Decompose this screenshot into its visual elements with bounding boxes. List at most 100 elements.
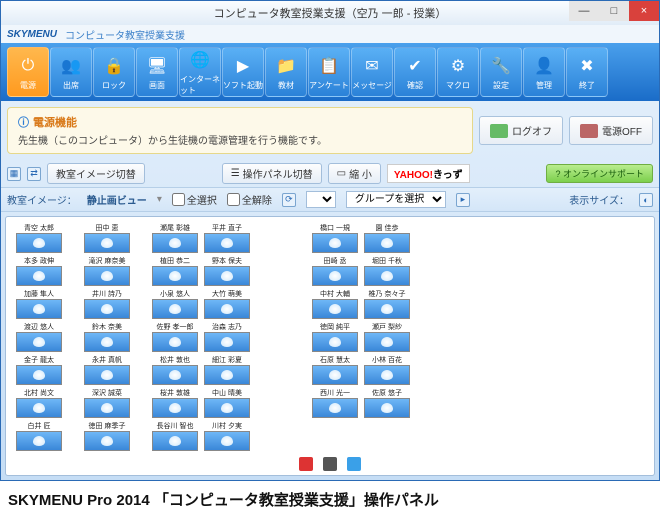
yahoo-kids-link[interactable]: YAHOO!きっず [387,164,470,183]
student-thumbnail[interactable] [364,365,410,385]
student-seat[interactable]: 中村 大輔 [312,289,358,319]
student-seat[interactable]: 深沢 誠菜 [84,388,130,418]
student-thumbnail[interactable] [84,266,130,286]
student-seat[interactable]: 渡辺 悠人 [16,322,62,352]
student-thumbnail[interactable] [204,398,250,418]
student-thumbnail[interactable] [204,299,250,319]
refresh-icon[interactable]: ⟳ [282,193,296,207]
student-thumbnail[interactable] [152,332,198,352]
toolbar-material-button[interactable]: 📁教材 [265,47,307,97]
student-seat[interactable]: 中山 晴美 [204,388,250,418]
student-seat[interactable]: 田崎 丞 [312,256,358,286]
student-seat[interactable]: 瀬戸 梨紗 [364,322,410,352]
toolbar-lock-button[interactable]: 🔒ロック [93,47,135,97]
deselect-all-input[interactable] [227,193,240,206]
poweroff-button[interactable]: 電源OFF [569,116,653,145]
student-seat[interactable]: 滝沢 麻奈美 [84,256,130,286]
student-seat[interactable]: 加藤 隼人 [16,289,62,319]
student-thumbnail[interactable] [204,332,250,352]
student-seat[interactable]: 鈴木 奈美 [84,322,130,352]
student-seat[interactable]: 堀田 千秋 [364,256,410,286]
student-seat[interactable]: 徳田 麻季子 [84,421,130,451]
student-seat[interactable]: 野本 保夫 [204,256,250,286]
student-thumbnail[interactable] [16,332,62,352]
student-seat[interactable]: 青空 太郎 [16,223,62,253]
student-thumbnail[interactable] [364,266,410,286]
student-seat[interactable]: 永井 真帆 [84,355,130,385]
student-thumbnail[interactable] [152,299,198,319]
view-dropdown-1[interactable] [306,191,336,208]
student-seat[interactable]: 小林 百花 [364,355,410,385]
logoff-button[interactable]: ログオフ [479,116,563,145]
student-thumbnail[interactable] [84,431,130,451]
student-thumbnail[interactable] [16,266,62,286]
student-seat[interactable]: 田中 恵 [84,223,130,253]
layout-split-icon[interactable]: ⇄ [27,167,41,181]
student-thumbnail[interactable] [312,365,358,385]
student-thumbnail[interactable] [16,299,62,319]
toolbar-macro-button[interactable]: ⚙マクロ [437,47,479,97]
student-thumbnail[interactable] [152,431,198,451]
student-thumbnail[interactable] [152,233,198,253]
toolbar-exit-button[interactable]: ✖終了 [566,47,608,97]
student-thumbnail[interactable] [312,233,358,253]
toolbar-launch-button[interactable]: ▶ソフト起動 [222,47,264,97]
student-seat[interactable]: 瀬尾 彰雄 [152,223,198,253]
toolbar-net-button[interactable]: 🌐インターネット [179,47,221,97]
minimize-button[interactable]: — [569,1,599,21]
student-seat[interactable]: 佐原 悠子 [364,388,410,418]
student-seat[interactable]: 石原 慧太 [312,355,358,385]
student-thumbnail[interactable] [84,332,130,352]
panel-switch-button[interactable]: ☰ 操作パネル切替 [222,163,322,184]
student-seat[interactable]: 松井 敦也 [152,355,198,385]
toolbar-survey-button[interactable]: 📋アンケート [308,47,350,97]
student-seat[interactable]: 金子 龍太 [16,355,62,385]
student-seat[interactable]: 白井 匠 [16,421,62,451]
student-thumbnail[interactable] [312,266,358,286]
student-thumbnail[interactable] [84,233,130,253]
toolbar-attend-button[interactable]: 👥出席 [50,47,92,97]
room-image-switch-button[interactable]: 教室イメージ切替 [47,163,145,184]
online-support-button[interactable]: ? オンラインサポート [546,164,653,183]
student-seat[interactable]: 徳岡 純平 [312,322,358,352]
toolbar-power-button[interactable]: ⏻電源 [7,47,49,97]
student-thumbnail[interactable] [152,365,198,385]
student-seat[interactable]: 橋口 一規 [312,223,358,253]
student-seat[interactable]: 長谷川 智也 [152,421,198,451]
student-thumbnail[interactable] [204,233,250,253]
close-button[interactable]: × [629,1,659,21]
deselect-all-checkbox[interactable]: 全解除 [227,192,272,207]
student-thumbnail[interactable] [84,365,130,385]
student-thumbnail[interactable] [16,365,62,385]
group-select[interactable]: グループを選択 [346,191,446,208]
size-handle-icon[interactable]: ◐ [639,193,653,207]
shrink-button[interactable]: ▭ 縮 小 [328,163,381,184]
student-thumbnail[interactable] [204,365,250,385]
toolbar-message-button[interactable]: ✉メッセージ [351,47,393,97]
student-thumbnail[interactable] [364,299,410,319]
student-seat[interactable]: 園 佳歩 [364,223,410,253]
student-seat[interactable]: 佐野 孝一郎 [152,322,198,352]
layout-grid-icon[interactable]: ▦ [7,167,21,181]
student-thumbnail[interactable] [312,398,358,418]
toolbar-manage-button[interactable]: 👤管理 [523,47,565,97]
toolbar-screen-button[interactable]: 🖥画面 [136,47,178,97]
student-seat[interactable]: 川村 夕実 [204,421,250,451]
student-seat[interactable]: 桜井 敦雄 [152,388,198,418]
student-thumbnail[interactable] [204,431,250,451]
view-dropdown-icon[interactable]: ▾ [157,194,162,205]
student-thumbnail[interactable] [364,398,410,418]
student-thumbnail[interactable] [84,299,130,319]
student-seat[interactable]: 椎乃 奈々子 [364,289,410,319]
student-thumbnail[interactable] [364,233,410,253]
student-thumbnail[interactable] [312,299,358,319]
student-thumbnail[interactable] [152,266,198,286]
student-thumbnail[interactable] [16,233,62,253]
student-seat[interactable]: 北村 尚文 [16,388,62,418]
student-thumbnail[interactable] [84,398,130,418]
student-seat[interactable]: 平井 直子 [204,223,250,253]
toolbar-settings-button[interactable]: 🔧設定 [480,47,522,97]
student-thumbnail[interactable] [152,398,198,418]
maximize-button[interactable]: □ [599,1,629,21]
student-seat[interactable]: 小泉 悠人 [152,289,198,319]
